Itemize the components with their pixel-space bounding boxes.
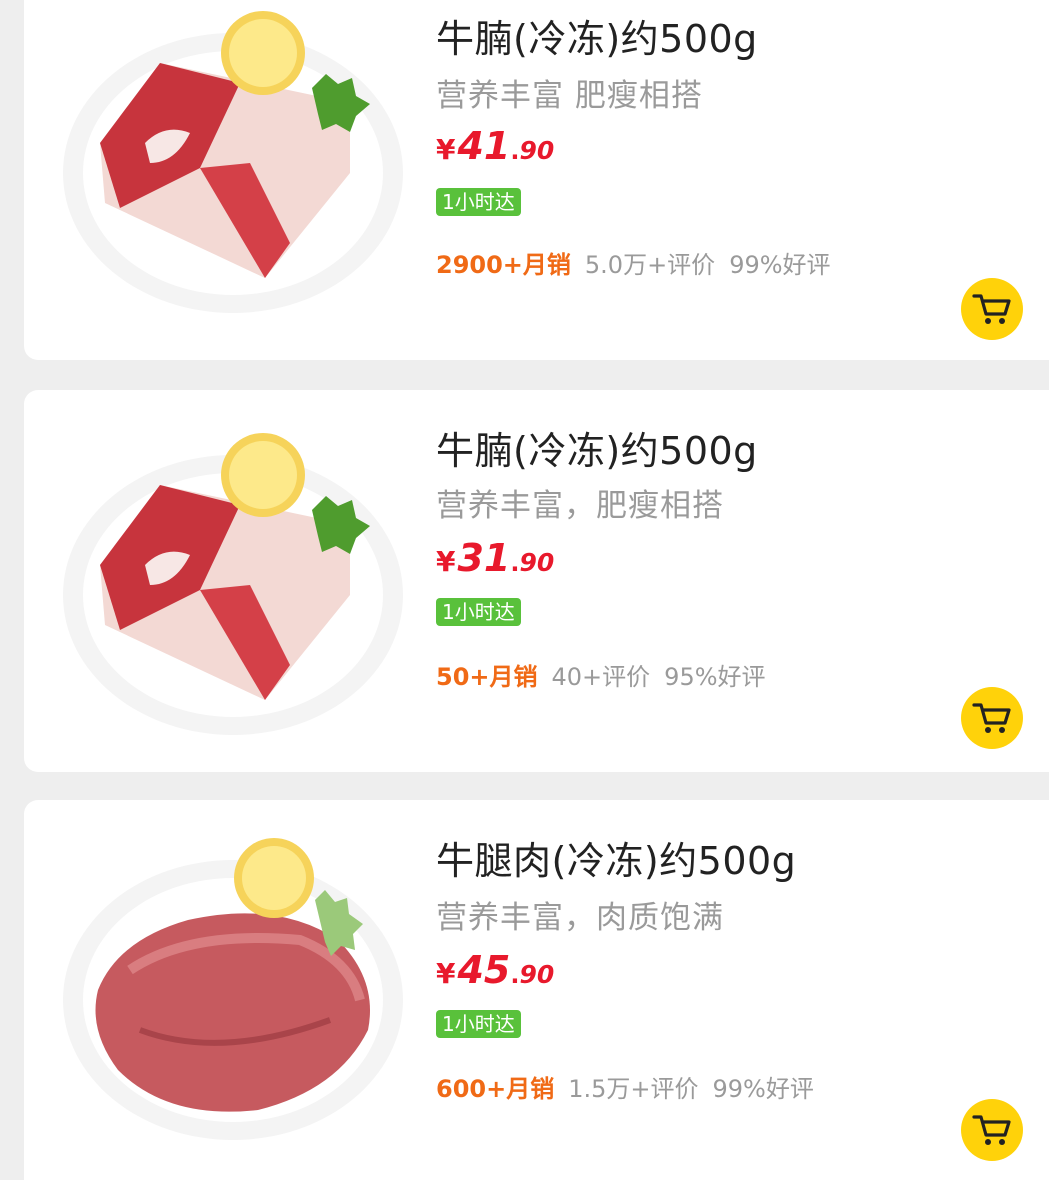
monthly-sales: 600+月销 — [436, 1075, 555, 1103]
product-subtitle: 营养丰富，肉质饱满 — [436, 900, 724, 936]
delivery-badge: 1小时达 — [436, 1010, 521, 1038]
product-subtitle: 营养丰富，肥瘦相搭 — [436, 488, 724, 524]
product-subtitle: 营养丰富 肥瘦相搭 — [436, 78, 703, 114]
review-count: 40+评价 — [551, 663, 651, 691]
price-currency: ¥ — [436, 545, 456, 578]
delivery-badge: 1小时达 — [436, 598, 521, 626]
add-to-cart-button[interactable] — [961, 1099, 1023, 1161]
product-stats: 50+月销 40+评价 95%好评 — [436, 657, 780, 692]
price-decimal-point: . — [510, 549, 520, 577]
product-card[interactable]: 牛腩(冷冻)约500g 营养丰富 肥瘦相搭 ¥41.90 1小时达 2900+月… — [24, 0, 1049, 360]
delivery-badge: 1小时达 — [436, 188, 521, 216]
price-decimal-point: . — [510, 961, 520, 989]
add-to-cart-button[interactable] — [961, 278, 1023, 340]
shopping-cart-icon — [972, 703, 1011, 733]
shopping-cart-icon — [972, 294, 1011, 324]
add-to-cart-button[interactable] — [961, 687, 1023, 749]
product-title[interactable]: 牛腿肉(冷冻)约500g — [436, 830, 796, 885]
positive-rating: 99%好评 — [729, 251, 831, 279]
positive-rating: 99%好评 — [712, 1075, 814, 1103]
product-image[interactable] — [50, 415, 416, 755]
product-price: ¥41.90 — [436, 124, 554, 168]
shopping-cart-icon — [972, 1115, 1011, 1145]
price-integer: 45 — [457, 948, 511, 992]
product-price: ¥45.90 — [436, 948, 554, 992]
product-card[interactable]: 牛腿肉(冷冻)约500g 营养丰富，肉质饱满 ¥45.90 1小时达 600+月… — [24, 800, 1049, 1180]
product-stats: 600+月销 1.5万+评价 99%好评 — [436, 1069, 828, 1104]
product-title[interactable]: 牛腩(冷冻)约500g — [436, 8, 758, 63]
product-title[interactable]: 牛腩(冷冻)约500g — [436, 420, 758, 475]
price-currency: ¥ — [436, 957, 456, 990]
price-decimal: 90 — [519, 136, 555, 165]
product-image[interactable] — [50, 830, 416, 1170]
review-count: 5.0万+评价 — [584, 251, 716, 279]
price-currency: ¥ — [436, 133, 456, 166]
monthly-sales: 2900+月销 — [436, 251, 571, 279]
review-count: 1.5万+评价 — [568, 1075, 699, 1103]
product-price: ¥31.90 — [436, 536, 554, 580]
price-integer: 31 — [457, 536, 511, 580]
product-image[interactable] — [50, 0, 416, 333]
positive-rating: 95%好评 — [664, 663, 766, 691]
product-card[interactable]: 牛腩(冷冻)约500g 营养丰富，肥瘦相搭 ¥31.90 1小时达 50+月销 4… — [24, 390, 1049, 772]
product-stats: 2900+月销 5.0万+评价 99%好评 — [436, 245, 845, 280]
monthly-sales: 50+月销 — [436, 663, 538, 691]
price-decimal: 90 — [519, 548, 555, 577]
price-decimal-point: . — [510, 137, 520, 165]
price-decimal: 90 — [519, 960, 555, 989]
price-integer: 41 — [457, 124, 511, 168]
